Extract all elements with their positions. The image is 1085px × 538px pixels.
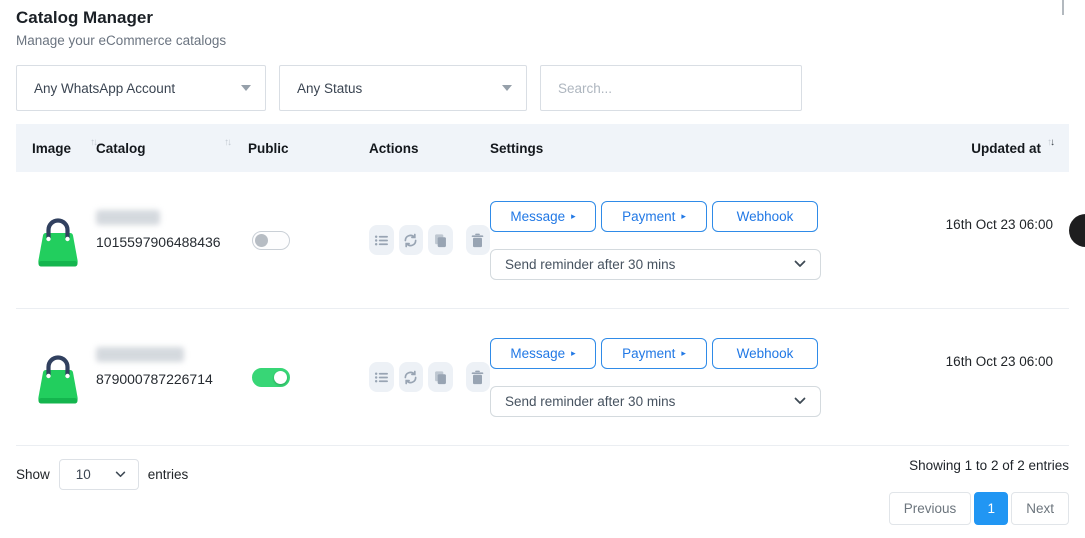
refresh-icon bbox=[403, 370, 418, 385]
floating-widget-button[interactable] bbox=[1069, 214, 1085, 247]
public-toggle[interactable] bbox=[252, 368, 290, 387]
caret-right-icon: ▸ bbox=[571, 349, 576, 358]
chevron-down-icon bbox=[794, 260, 806, 268]
reminder-value: Send reminder after 30 mins bbox=[505, 257, 675, 272]
page-1-button[interactable]: 1 bbox=[974, 492, 1008, 525]
column-header-catalog[interactable]: Catalog ↑↓ bbox=[96, 141, 248, 156]
whatsapp-account-value: Any WhatsApp Account bbox=[34, 81, 175, 96]
status-value: Any Status bbox=[297, 81, 362, 96]
chevron-down-icon bbox=[794, 397, 806, 405]
message-button[interactable]: Message ▸ bbox=[490, 201, 596, 232]
toggle-knob bbox=[255, 234, 268, 247]
settings-cell: Message ▸ Payment ▸ Webhook Send reminde… bbox=[490, 338, 893, 417]
reminder-select[interactable]: Send reminder after 30 mins bbox=[490, 386, 821, 417]
sort-icon: ↑↓ bbox=[224, 137, 230, 148]
dropdown-caret-icon bbox=[241, 85, 251, 91]
catalog-image-cell bbox=[32, 348, 96, 406]
table-footer: Show 10 entries Showing 1 to 2 of 2 entr… bbox=[16, 446, 1069, 525]
copy-icon bbox=[433, 233, 448, 248]
entries-label: entries bbox=[148, 467, 189, 482]
view-items-button[interactable] bbox=[369, 362, 394, 392]
entries-summary: Showing 1 to 2 of 2 entries bbox=[909, 458, 1069, 473]
webhook-button[interactable]: Webhook bbox=[712, 338, 818, 369]
page-size-value: 10 bbox=[76, 467, 91, 482]
list-icon bbox=[374, 370, 389, 385]
reminder-value: Send reminder after 30 mins bbox=[505, 394, 675, 409]
public-cell bbox=[248, 231, 369, 250]
settings-cell: Message ▸ Payment ▸ Webhook Send reminde… bbox=[490, 201, 893, 280]
table-header: Image ↑↓ Catalog ↑↓ Public Actions Setti… bbox=[16, 124, 1069, 172]
column-header-updated-at[interactable]: Updated at ↑↓ bbox=[893, 141, 1053, 156]
search-box bbox=[540, 65, 802, 111]
catalog-image-cell bbox=[32, 211, 96, 269]
public-cell bbox=[248, 368, 369, 387]
whatsapp-account-select[interactable]: Any WhatsApp Account bbox=[16, 65, 266, 111]
page-title: Catalog Manager bbox=[16, 8, 1069, 28]
sort-icon: ↑↓ bbox=[90, 137, 96, 148]
search-input[interactable] bbox=[541, 66, 801, 110]
catalog-id: 1015597906488436 bbox=[96, 234, 248, 250]
payment-button[interactable]: Payment ▸ bbox=[601, 201, 707, 232]
pagination-area: Showing 1 to 2 of 2 entries Previous 1 N… bbox=[889, 458, 1069, 525]
caret-right-icon: ▸ bbox=[571, 212, 576, 221]
column-header-actions: Actions bbox=[369, 141, 490, 156]
show-label: Show bbox=[16, 467, 50, 482]
chevron-down-icon bbox=[115, 471, 126, 478]
status-select[interactable]: Any Status bbox=[279, 65, 527, 111]
sort-icon-descending: ↑↓ bbox=[1047, 137, 1053, 148]
updated-at: 16th Oct 23 06:00 bbox=[893, 354, 1053, 369]
sync-button[interactable] bbox=[399, 362, 424, 392]
table-row: 1015597906488436 Message bbox=[16, 172, 1069, 309]
trash-icon bbox=[470, 233, 485, 248]
public-toggle[interactable] bbox=[252, 231, 290, 250]
copy-icon bbox=[433, 370, 448, 385]
pagination: Previous 1 Next bbox=[889, 492, 1069, 525]
catalog-manager-page: Catalog Manager Manage your eCommerce ca… bbox=[16, 0, 1069, 525]
catalog-id: 879000787226714 bbox=[96, 371, 248, 387]
actions-cell bbox=[369, 362, 490, 392]
payment-button[interactable]: Payment ▸ bbox=[601, 338, 707, 369]
toggle-knob bbox=[274, 371, 287, 384]
previous-page-button[interactable]: Previous bbox=[889, 492, 972, 525]
page-size-select[interactable]: 10 bbox=[59, 459, 139, 490]
copy-button[interactable] bbox=[428, 225, 453, 255]
sync-button[interactable] bbox=[399, 225, 424, 255]
actions-cell bbox=[369, 225, 490, 255]
dropdown-caret-icon bbox=[502, 85, 512, 91]
copy-button[interactable] bbox=[428, 362, 453, 392]
trash-icon bbox=[470, 370, 485, 385]
filter-bar: Any WhatsApp Account Any Status bbox=[16, 65, 1069, 111]
table-row: 879000787226714 Message bbox=[16, 309, 1069, 446]
caret-right-icon: ▸ bbox=[681, 212, 686, 221]
column-header-image[interactable]: Image ↑↓ bbox=[32, 141, 96, 156]
webhook-button[interactable]: Webhook bbox=[712, 201, 818, 232]
caret-right-icon: ▸ bbox=[681, 349, 686, 358]
scrollbar-fragment bbox=[1062, 0, 1064, 15]
page-size-control: Show 10 entries bbox=[16, 459, 188, 490]
redacted-catalog-name bbox=[96, 210, 160, 225]
next-page-button[interactable]: Next bbox=[1011, 492, 1069, 525]
shopping-bag-icon bbox=[32, 211, 84, 269]
column-header-settings: Settings bbox=[490, 141, 893, 156]
view-items-button[interactable] bbox=[369, 225, 394, 255]
catalog-name-cell: 1015597906488436 bbox=[96, 210, 248, 250]
shopping-bag-icon bbox=[32, 348, 84, 406]
column-header-public: Public bbox=[248, 141, 369, 156]
message-button[interactable]: Message ▸ bbox=[490, 338, 596, 369]
refresh-icon bbox=[403, 233, 418, 248]
list-icon bbox=[374, 233, 389, 248]
delete-button[interactable] bbox=[466, 362, 491, 392]
page-subtitle: Manage your eCommerce catalogs bbox=[16, 33, 1069, 48]
redacted-catalog-name bbox=[96, 347, 184, 362]
catalog-name-cell: 879000787226714 bbox=[96, 347, 248, 387]
reminder-select[interactable]: Send reminder after 30 mins bbox=[490, 249, 821, 280]
updated-at: 16th Oct 23 06:00 bbox=[893, 217, 1053, 232]
delete-button[interactable] bbox=[466, 225, 491, 255]
